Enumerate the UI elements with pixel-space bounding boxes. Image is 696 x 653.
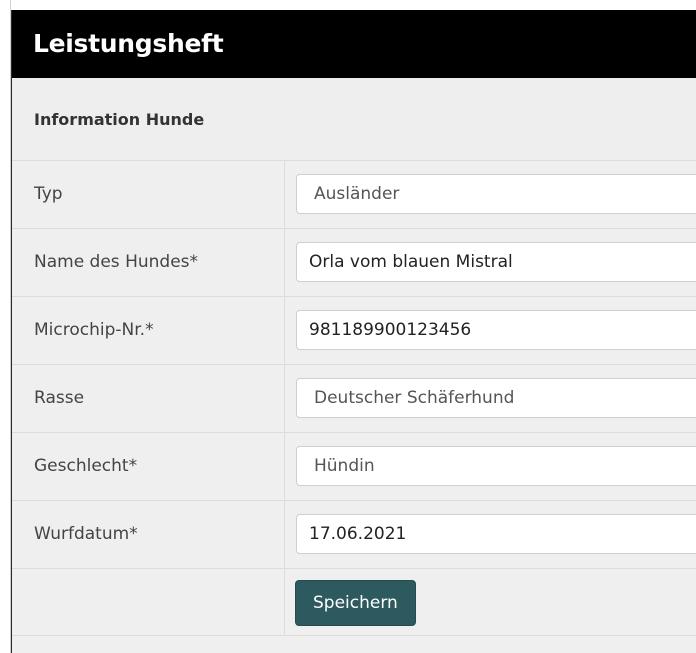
birth-date-label: Wurfdatum* — [12, 501, 285, 568]
birth-date-input[interactable] — [296, 514, 696, 554]
form-row-sex: Geschlecht* Hündin — [12, 433, 696, 501]
page-title: Leistungsheft — [12, 10, 696, 78]
breed-label: Rasse — [12, 365, 285, 432]
sex-label: Geschlecht* — [12, 433, 285, 500]
dog-name-input[interactable] — [296, 242, 696, 282]
form-row-microchip: Microchip-Nr.* — [12, 297, 696, 365]
type-label: Typ — [12, 161, 285, 228]
dog-info-panel: Leistungsheft Information Hunde Typ Ausl… — [11, 10, 696, 653]
section-title: Information Hunde — [12, 78, 696, 161]
sex-select[interactable]: Hündin — [296, 446, 696, 486]
type-select[interactable]: Ausländer — [296, 174, 696, 214]
dog-name-label: Name des Hundes* — [12, 229, 285, 296]
microchip-label: Microchip-Nr.* — [12, 297, 285, 364]
form-row-type: Typ Ausländer — [12, 161, 696, 229]
save-button[interactable]: Speichern — [295, 580, 416, 626]
actions-label-cell — [12, 569, 285, 635]
microchip-input[interactable] — [296, 310, 696, 350]
form-row-dog-name: Name des Hundes* — [12, 229, 696, 297]
form-row-breed: Rasse Deutscher Schäferhund — [12, 365, 696, 433]
form-actions-row: Speichern — [12, 569, 696, 636]
left-margin — [0, 0, 11, 653]
breed-select[interactable]: Deutscher Schäferhund — [296, 378, 696, 418]
page: Leistungsheft Information Hunde Typ Ausl… — [0, 0, 696, 653]
form-row-birth-date: Wurfdatum* — [12, 501, 696, 569]
